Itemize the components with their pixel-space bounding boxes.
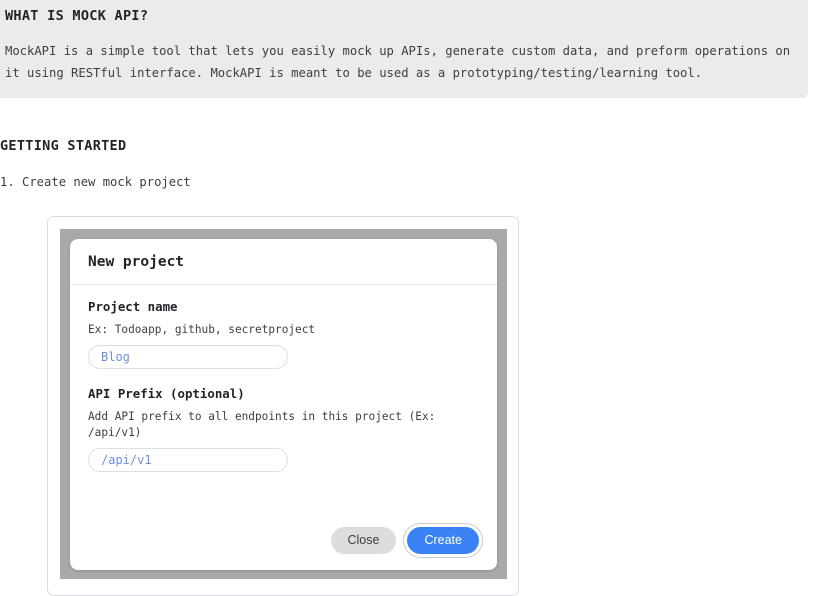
field-group-api-prefix: API Prefix (optional) Add API prefix to …: [88, 385, 479, 472]
getting-started-heading: GETTING STARTED: [0, 138, 127, 154]
intro-banner: WHAT IS MOCK API? MockAPI is a simple to…: [0, 0, 808, 98]
intro-paragraph: MockAPI is a simple tool that lets you e…: [5, 44, 791, 80]
modal-title: New project: [88, 254, 185, 270]
api-prefix-hint: Add API prefix to all endpoints in this …: [88, 410, 436, 439]
modal-header: New project: [70, 239, 497, 285]
project-name-input[interactable]: [88, 345, 288, 369]
field-group-project-name: Project name Ex: Todoapp, github, secret…: [88, 298, 479, 369]
intro-heading: WHAT IS MOCK API?: [5, 8, 149, 24]
close-button[interactable]: Close: [330, 527, 397, 554]
new-project-modal: New project Project name Ex: Todoapp, gi…: [70, 239, 497, 570]
project-name-hint: Ex: Todoapp, github, secretproject: [88, 323, 316, 336]
api-prefix-input[interactable]: [88, 448, 288, 472]
modal-body: Project name Ex: Todoapp, github, secret…: [70, 285, 497, 527]
create-button[interactable]: Create: [407, 527, 479, 554]
modal-backdrop: New project Project name Ex: Todoapp, gi…: [60, 229, 507, 579]
api-prefix-label: API Prefix (optional): [88, 386, 245, 401]
getting-started-step-1: 1. Create new mock project: [0, 175, 191, 189]
new-project-screenshot-frame: New project Project name Ex: Todoapp, gi…: [47, 216, 519, 596]
project-name-label: Project name: [88, 299, 178, 314]
